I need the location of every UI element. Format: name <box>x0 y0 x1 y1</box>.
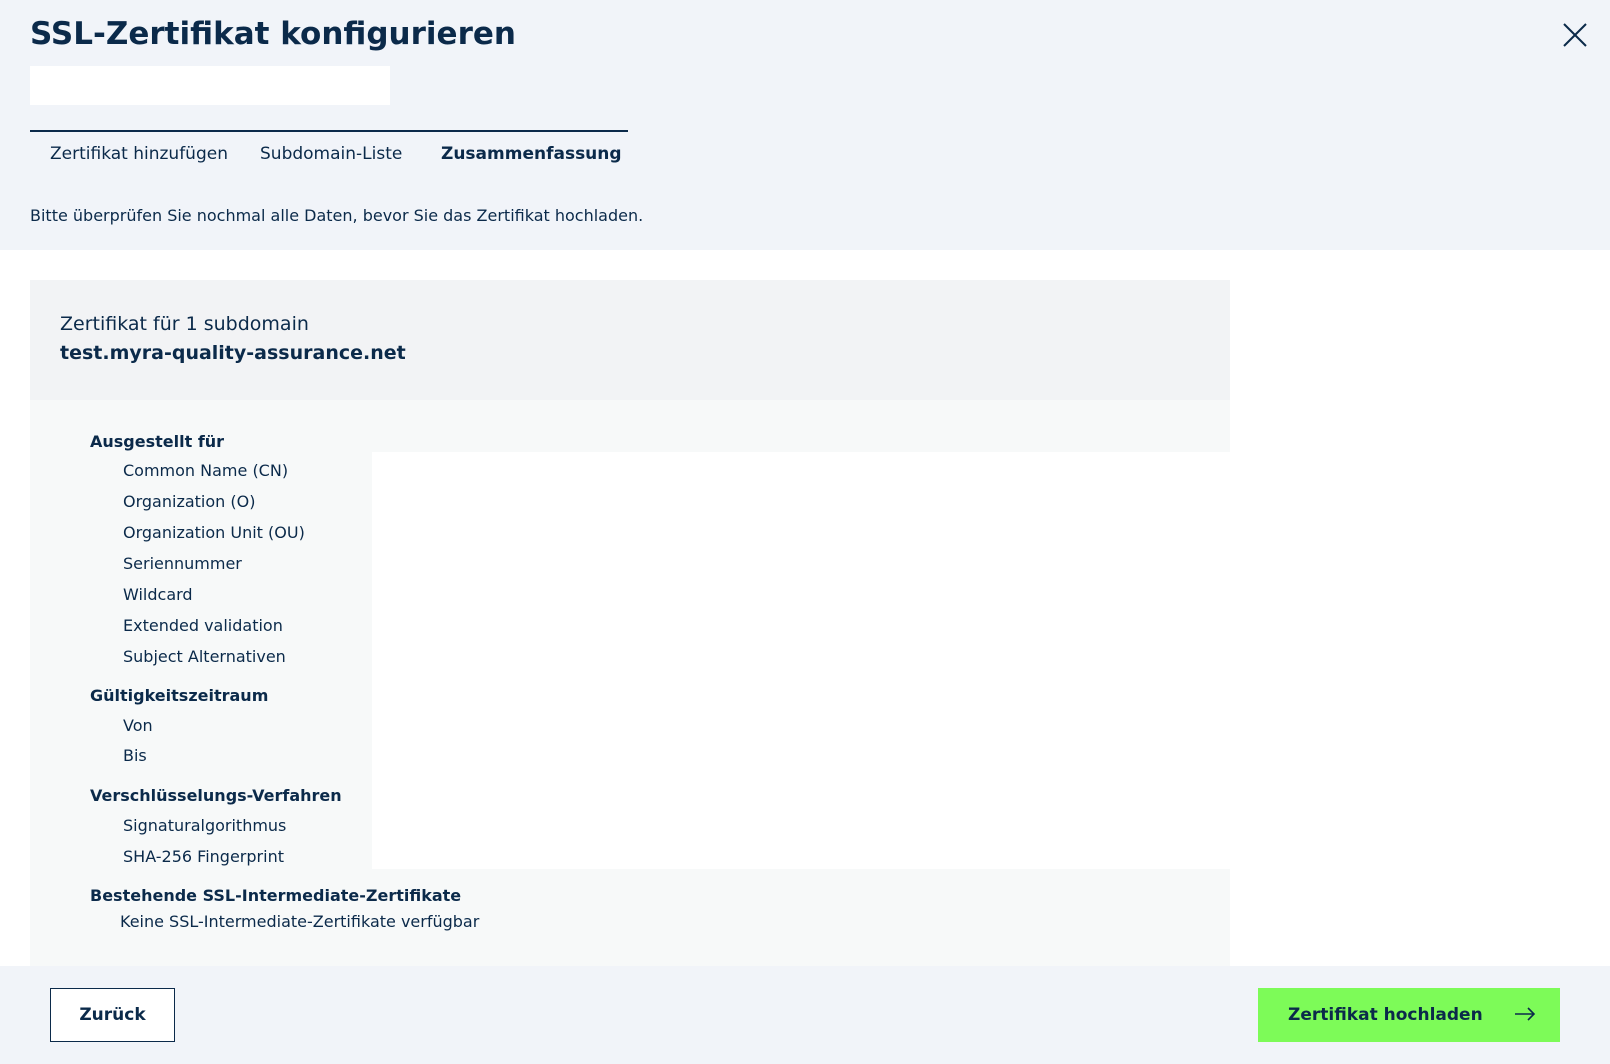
field-sha256-fingerprint: SHA-256 Fingerprint <box>123 847 284 866</box>
tab-add-certificate[interactable]: Zertifikat hinzufügen <box>50 144 228 164</box>
modal-header: SSL-Zertifikat konfigurieren Zertifikat … <box>0 0 1610 250</box>
summary-card-details: Ausgestellt für Common Name (CN) Organiz… <box>30 400 1230 966</box>
back-button[interactable]: Zurück <box>50 988 175 1042</box>
certificate-count-label: Zertifikat für 1 subdomain <box>60 313 309 335</box>
details-value-column <box>372 452 1230 869</box>
field-organization: Organization (O) <box>123 492 256 511</box>
section-issued-for-title: Ausgestellt für <box>90 432 225 451</box>
wizard-tabs: Zertifikat hinzufügen Subdomain-Liste Zu… <box>30 130 628 172</box>
section-validity-title: Gültigkeitszeitraum <box>90 686 269 705</box>
title-subtext-area <box>30 66 390 105</box>
field-extended-validation: Extended validation <box>123 616 283 635</box>
field-signature-algorithm: Signaturalgorithmus <box>123 816 287 835</box>
close-button[interactable] <box>1560 20 1590 50</box>
intro-text: Bitte überprüfen Sie nochmal alle Daten,… <box>30 206 644 225</box>
section-encryption-title: Verschlüsselungs-Verfahren <box>90 786 342 805</box>
tab-summary[interactable]: Zusammenfassung <box>441 144 622 164</box>
field-common-name: Common Name (CN) <box>123 461 289 480</box>
page-title: SSL-Zertifikat konfigurieren <box>30 16 516 52</box>
close-icon <box>1563 23 1587 47</box>
upload-certificate-button[interactable]: Zertifikat hochladen <box>1258 988 1560 1042</box>
field-subject-alternatives: Subject Alternativen <box>123 647 286 666</box>
field-serial-number: Seriennummer <box>123 554 242 573</box>
field-wildcard: Wildcard <box>123 585 193 604</box>
upload-button-label: Zertifikat hochladen <box>1288 1005 1483 1025</box>
section-intermediate-title: Bestehende SSL-Intermediate-Zertifikate <box>90 886 462 905</box>
modal-footer: Zurück Zertifikat hochladen <box>0 966 1610 1064</box>
certificate-domain: test.myra-quality-assurance.net <box>60 342 406 364</box>
field-organization-unit: Organization Unit (OU) <box>123 523 305 542</box>
summary-card-header: Zertifikat für 1 subdomain test.myra-qua… <box>30 280 1230 400</box>
intermediate-empty-note: Keine SSL-Intermediate-Zertifikate verfü… <box>120 912 480 931</box>
field-valid-until: Bis <box>123 746 147 765</box>
tab-subdomain-list[interactable]: Subdomain-Liste <box>260 144 402 164</box>
arrow-right-icon <box>1513 1006 1537 1022</box>
field-valid-from: Von <box>123 716 153 735</box>
